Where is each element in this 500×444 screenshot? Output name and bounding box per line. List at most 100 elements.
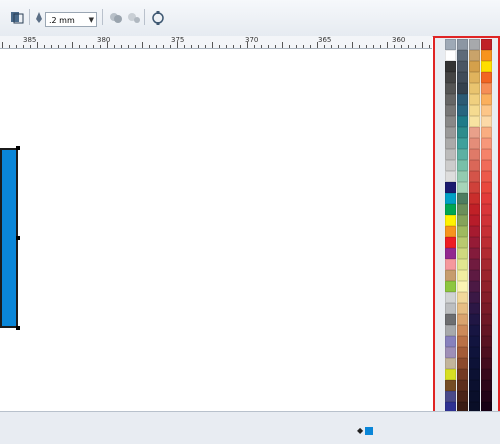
color-swatch[interactable] xyxy=(457,105,468,116)
color-swatch[interactable] xyxy=(481,303,492,314)
color-swatch[interactable] xyxy=(469,380,480,391)
color-swatch[interactable] xyxy=(457,325,468,336)
color-swatch[interactable] xyxy=(481,171,492,182)
color-swatch[interactable] xyxy=(457,347,468,358)
color-swatch[interactable] xyxy=(445,182,456,193)
color-swatch[interactable] xyxy=(469,50,480,61)
color-swatch[interactable] xyxy=(445,204,456,215)
color-swatch[interactable] xyxy=(481,391,492,402)
color-swatch[interactable] xyxy=(457,391,468,402)
color-swatch[interactable] xyxy=(457,248,468,259)
color-swatch[interactable] xyxy=(445,259,456,270)
color-swatch[interactable] xyxy=(457,182,468,193)
color-swatch[interactable] xyxy=(445,347,456,358)
color-swatch[interactable] xyxy=(445,215,456,226)
color-swatch[interactable] xyxy=(457,314,468,325)
color-swatch[interactable] xyxy=(481,204,492,215)
color-swatch[interactable] xyxy=(445,325,456,336)
color-swatch[interactable] xyxy=(481,61,492,72)
color-swatch[interactable] xyxy=(457,94,468,105)
color-swatch[interactable] xyxy=(481,72,492,83)
color-swatch[interactable] xyxy=(445,39,456,50)
color-swatch[interactable] xyxy=(469,215,480,226)
color-swatch[interactable] xyxy=(445,303,456,314)
color-swatch[interactable] xyxy=(457,72,468,83)
color-swatch[interactable] xyxy=(481,325,492,336)
color-swatch[interactable] xyxy=(469,160,480,171)
color-swatch[interactable] xyxy=(457,39,468,50)
color-swatch[interactable] xyxy=(445,226,456,237)
color-swatch[interactable] xyxy=(445,248,456,259)
color-swatch[interactable] xyxy=(445,292,456,303)
color-swatch[interactable] xyxy=(469,61,480,72)
color-swatch[interactable] xyxy=(481,215,492,226)
color-swatch[interactable] xyxy=(457,259,468,270)
color-swatch[interactable] xyxy=(481,358,492,369)
color-swatch[interactable] xyxy=(481,347,492,358)
color-swatch[interactable] xyxy=(481,50,492,61)
color-swatch[interactable] xyxy=(469,325,480,336)
color-swatch[interactable] xyxy=(445,358,456,369)
color-swatch[interactable] xyxy=(457,281,468,292)
color-swatch[interactable] xyxy=(445,72,456,83)
color-swatch[interactable] xyxy=(445,380,456,391)
color-swatch[interactable] xyxy=(469,314,480,325)
color-swatch[interactable] xyxy=(445,61,456,72)
color-swatch[interactable] xyxy=(481,259,492,270)
color-swatch[interactable] xyxy=(469,248,480,259)
color-swatch[interactable] xyxy=(457,149,468,160)
color-swatch[interactable] xyxy=(481,369,492,380)
color-swatch[interactable] xyxy=(445,50,456,61)
color-swatch[interactable] xyxy=(457,50,468,61)
color-swatch[interactable] xyxy=(457,127,468,138)
color-swatch[interactable] xyxy=(445,391,456,402)
color-swatch[interactable] xyxy=(469,358,480,369)
color-swatch[interactable] xyxy=(481,182,492,193)
color-swatch[interactable] xyxy=(481,314,492,325)
color-swatch[interactable] xyxy=(469,116,480,127)
color-swatch[interactable] xyxy=(457,193,468,204)
color-swatch[interactable] xyxy=(445,237,456,248)
color-swatch[interactable] xyxy=(445,116,456,127)
color-swatch[interactable] xyxy=(469,182,480,193)
color-swatch[interactable] xyxy=(445,160,456,171)
drawing-canvas[interactable] xyxy=(0,49,432,411)
color-swatch[interactable] xyxy=(469,391,480,402)
color-swatch[interactable] xyxy=(481,380,492,391)
color-swatch[interactable] xyxy=(457,292,468,303)
color-swatch[interactable] xyxy=(481,83,492,94)
color-swatch[interactable] xyxy=(469,149,480,160)
color-swatch[interactable] xyxy=(445,149,456,160)
color-swatch[interactable] xyxy=(457,215,468,226)
color-swatch[interactable] xyxy=(457,358,468,369)
color-swatch[interactable] xyxy=(469,292,480,303)
color-swatch[interactable] xyxy=(457,237,468,248)
color-swatch[interactable] xyxy=(445,83,456,94)
color-swatch[interactable] xyxy=(445,336,456,347)
color-swatch[interactable] xyxy=(469,39,480,50)
color-swatch[interactable] xyxy=(445,281,456,292)
color-swatch[interactable] xyxy=(481,116,492,127)
color-swatch[interactable] xyxy=(469,94,480,105)
color-swatch[interactable] xyxy=(481,336,492,347)
color-swatch[interactable] xyxy=(481,149,492,160)
color-swatch[interactable] xyxy=(469,369,480,380)
chevron-down-icon[interactable]: ▼ xyxy=(89,13,94,28)
color-swatch[interactable] xyxy=(445,171,456,182)
color-swatch[interactable] xyxy=(481,94,492,105)
color-swatch[interactable] xyxy=(457,138,468,149)
color-swatch[interactable] xyxy=(457,226,468,237)
combine-icon[interactable] xyxy=(106,8,126,28)
color-swatch[interactable] xyxy=(445,138,456,149)
color-swatch[interactable] xyxy=(469,138,480,149)
color-swatch[interactable] xyxy=(445,369,456,380)
color-swatch[interactable] xyxy=(481,281,492,292)
color-swatch[interactable] xyxy=(469,127,480,138)
arrange-icon[interactable] xyxy=(7,8,27,28)
color-swatch[interactable] xyxy=(469,347,480,358)
color-swatch[interactable] xyxy=(457,171,468,182)
selection-handle[interactable] xyxy=(16,326,20,330)
node-icon[interactable] xyxy=(148,8,168,28)
color-swatch[interactable] xyxy=(469,336,480,347)
color-swatch[interactable] xyxy=(481,105,492,116)
